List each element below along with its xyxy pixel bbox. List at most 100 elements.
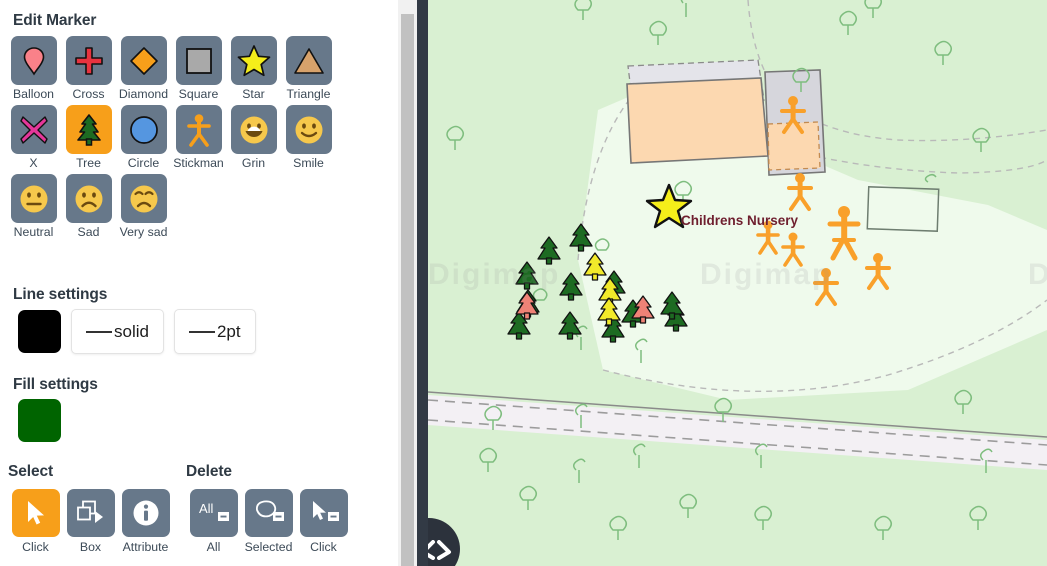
line-width-preview-icon (188, 330, 215, 333)
svg-text:All: All (199, 501, 214, 516)
tool-label: Selected (244, 540, 293, 554)
delete-tool-selected[interactable]: Selected (241, 489, 296, 554)
marker-label: Circle (127, 156, 160, 170)
marker-button-x[interactable]: X (6, 101, 61, 170)
stickman-button[interactable] (175, 105, 222, 154)
marker-grid: Balloon Cross Diamond Square Star Triang… (6, 32, 398, 239)
diamond-button[interactable] (120, 36, 167, 85)
sad-button[interactable] (65, 174, 112, 223)
marker-button-diamond[interactable]: Diamond (116, 32, 171, 101)
tools-sidebar: Edit Marker Balloon Cross Diamond Square… (0, 0, 398, 566)
tool-label: Box (79, 540, 102, 554)
marker-label: Cross (72, 87, 105, 101)
marker-button-tree[interactable]: Tree (61, 101, 116, 170)
delete-selected-icon (255, 500, 284, 521)
marker-row: X Tree Circle Stickman Grin Smile (6, 101, 398, 170)
select-attribute-button[interactable] (121, 489, 170, 537)
tool-label: Click (310, 540, 337, 554)
select-tool-group: Click Box Attribute (8, 489, 173, 554)
marker-label: Balloon (12, 87, 55, 101)
balloon-button[interactable] (10, 36, 57, 85)
tool-label: Click (22, 540, 49, 554)
select-tool-box[interactable]: Box (63, 489, 118, 554)
delete-all-icon: All (199, 501, 229, 521)
select-tool-attribute[interactable]: Attribute (118, 489, 173, 554)
marker-button-grin[interactable]: Grin (226, 101, 281, 170)
very-sad-button[interactable] (120, 174, 167, 223)
star-button[interactable] (230, 36, 277, 85)
delete-all-button[interactable]: All (189, 489, 238, 537)
marker-button-triangle[interactable]: Triangle (281, 32, 336, 101)
marker-button-circle[interactable]: Circle (116, 101, 171, 170)
map-canvas[interactable]: Digimap Digimap Digimap Childrens Nurser… (428, 0, 1047, 566)
line-style-button[interactable]: solid (71, 309, 164, 354)
sidebar-scrollbar-thumb[interactable] (401, 14, 414, 566)
delete-tool-group: All All Selected Click (186, 489, 351, 554)
cross-icon (74, 46, 103, 75)
tool-label: Attribute (122, 540, 169, 554)
cursor-arrow-icon (27, 501, 44, 525)
stickman-icon (186, 113, 211, 147)
fill-settings-title: Fill settings (13, 376, 98, 393)
neutral-icon (20, 185, 47, 212)
tool-label: All (206, 540, 221, 554)
marker-label: Square (178, 87, 219, 101)
marker-button-star[interactable]: Star (226, 32, 281, 101)
info-icon (133, 500, 158, 526)
select-tool-click[interactable]: Click (8, 489, 63, 554)
smile-icon (295, 116, 322, 143)
delete-tool-all[interactable]: All All (186, 489, 241, 554)
marker-button-very-sad[interactable]: Very sad (116, 170, 171, 239)
select-box-button[interactable] (66, 489, 115, 537)
tree-button[interactable] (65, 105, 112, 154)
balloon-icon (23, 46, 44, 76)
marker-label: Stickman (173, 156, 224, 170)
select-click-button[interactable] (11, 489, 60, 537)
sad-icon (75, 185, 102, 212)
cross-button[interactable] (65, 36, 112, 85)
box-select-icon (76, 500, 103, 523)
grin-icon (240, 116, 267, 143)
marker-button-stickman[interactable]: Stickman (171, 101, 226, 170)
delete-click-icon (312, 501, 339, 521)
square-button[interactable] (175, 36, 222, 85)
marker-button-cross[interactable]: Cross (61, 32, 116, 101)
line-color-swatch[interactable] (18, 310, 61, 353)
marker-label: Star (242, 87, 265, 101)
x-icon (19, 115, 48, 144)
triangle-icon (293, 47, 324, 74)
fill-color-swatch[interactable] (18, 399, 61, 442)
line-width-button[interactable]: 2pt (173, 309, 256, 354)
grin-button[interactable] (230, 105, 277, 154)
line-width-label: 2pt (216, 321, 241, 341)
star-icon (237, 45, 270, 77)
marker-button-square[interactable]: Square (171, 32, 226, 101)
marker-button-smile[interactable]: Smile (281, 101, 336, 170)
marker-button-balloon[interactable]: Balloon (6, 32, 61, 101)
marker-label: Smile (293, 156, 324, 170)
tree-icon (76, 113, 101, 146)
marker-label: Grin (241, 156, 266, 170)
diamond-icon (129, 46, 158, 75)
delete-tool-click[interactable]: Click (296, 489, 351, 554)
marker-label: Triangle (286, 87, 331, 101)
triangle-button[interactable] (285, 36, 332, 85)
select-section-title: Select (8, 463, 54, 480)
marker-row: Balloon Cross Diamond Square Star Triang… (6, 32, 398, 101)
square-icon (185, 47, 212, 74)
line-style-label: solid (114, 321, 149, 341)
x-button[interactable] (10, 105, 57, 154)
smile-button[interactable] (285, 105, 332, 154)
circle-button[interactable] (120, 105, 167, 154)
delete-selected-button[interactable] (244, 489, 293, 537)
collapse-arrows-icon (428, 540, 451, 560)
marker-label: X (29, 156, 38, 170)
neutral-button[interactable] (10, 174, 57, 223)
line-settings-title: Line settings (13, 286, 108, 303)
delete-click-button[interactable] (299, 489, 348, 537)
marker-label: Neutral (13, 225, 54, 239)
marker-button-sad[interactable]: Sad (61, 170, 116, 239)
circle-icon (129, 115, 158, 144)
marker-button-neutral[interactable]: Neutral (6, 170, 61, 239)
marker-label: Very sad (119, 225, 168, 239)
